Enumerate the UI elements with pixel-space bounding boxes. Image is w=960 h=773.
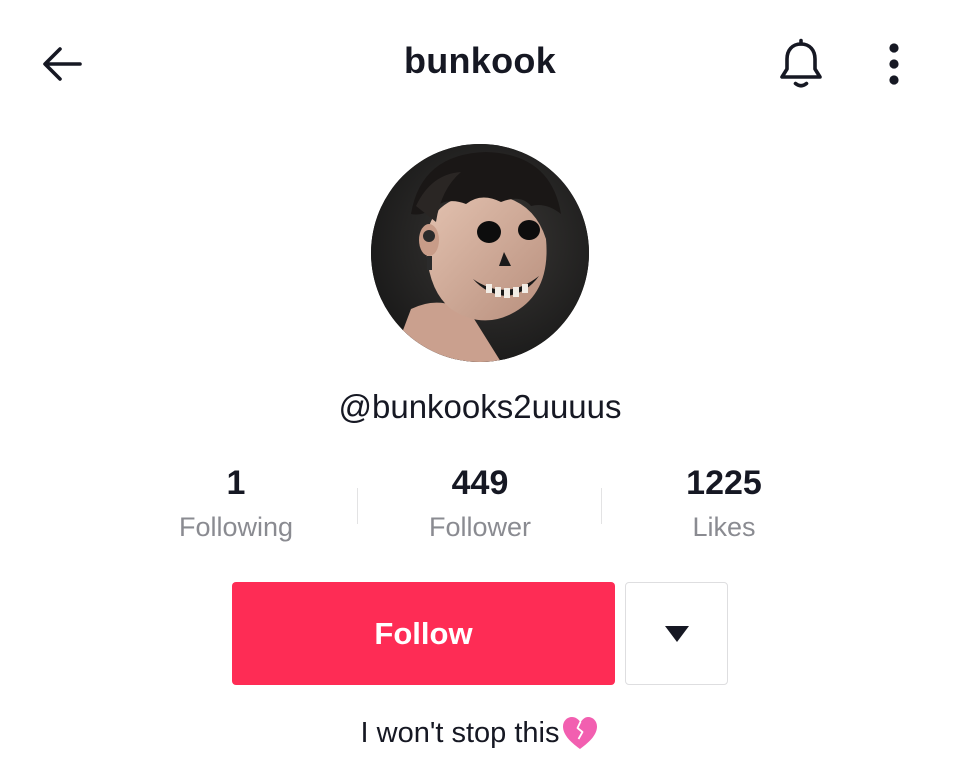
following-label: Following xyxy=(178,512,294,542)
following-stat[interactable]: 1 Following xyxy=(136,462,336,544)
follow-button[interactable]: Follow xyxy=(232,582,615,685)
stat-divider xyxy=(601,488,602,524)
more-vertical-icon xyxy=(889,43,899,85)
likes-count: 1225 xyxy=(686,464,762,502)
profile-bio: I won't stop this xyxy=(0,714,960,752)
profile-username: @bunkooks2uuuus xyxy=(338,388,622,425)
bell-icon xyxy=(780,38,822,88)
follower-count: 449 xyxy=(451,464,509,502)
triangle-down-icon xyxy=(664,625,689,642)
stat-divider xyxy=(357,488,358,524)
more-options-button[interactable] xyxy=(870,34,918,94)
profile-photo xyxy=(371,144,589,362)
likes-label: Likes xyxy=(692,512,756,542)
following-count: 1 xyxy=(226,464,246,502)
top-bar: bunkook xyxy=(0,0,960,120)
avatar[interactable] xyxy=(371,144,589,362)
suggested-accounts-button[interactable] xyxy=(625,582,728,685)
notification-button[interactable] xyxy=(771,34,831,94)
follower-stat[interactable]: 449 Follower xyxy=(380,462,580,544)
follower-label: Follower xyxy=(428,512,532,542)
likes-stat[interactable]: 1225 Likes xyxy=(624,462,824,544)
broken-heart-icon xyxy=(561,714,599,752)
bio-text: I won't stop this xyxy=(360,716,560,749)
